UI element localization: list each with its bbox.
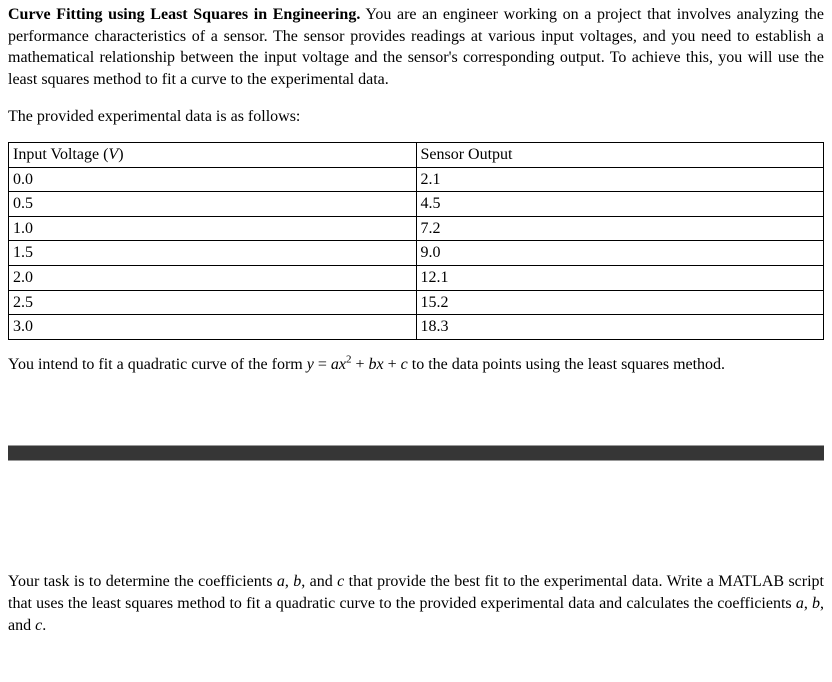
cell-output: 2.1: [416, 167, 824, 192]
fit-paragraph: You intend to fit a quadratic curve of t…: [8, 354, 824, 376]
cell-output: 15.2: [416, 290, 824, 315]
data-table: Input Voltage (V) Sensor Output 0.0 2.1 …: [8, 142, 824, 340]
cell-voltage: 0.5: [9, 192, 417, 217]
cell-output: 18.3: [416, 315, 824, 340]
cell-output: 7.2: [416, 216, 824, 241]
divider-line-bottom: [8, 460, 824, 461]
table-header-row: Input Voltage (V) Sensor Output: [9, 142, 824, 167]
cell-output: 12.1: [416, 265, 824, 290]
table-row: 3.0 18.3: [9, 315, 824, 340]
data-label: The provided experimental data is as fol…: [8, 106, 824, 128]
table-header-col1: Input Voltage (V): [9, 142, 417, 167]
divider-bar: [8, 446, 824, 460]
table-row: 1.5 9.0: [9, 241, 824, 266]
intro-title: Curve Fitting using Least Squares in Eng…: [8, 6, 360, 23]
task-paragraph: Your task is to determine the coefficien…: [8, 571, 824, 636]
table-row: 2.5 15.2: [9, 290, 824, 315]
cell-voltage: 0.0: [9, 167, 417, 192]
table-row: 0.5 4.5: [9, 192, 824, 217]
cell-voltage: 1.5: [9, 241, 417, 266]
table-row: 0.0 2.1: [9, 167, 824, 192]
table-row: 1.0 7.2: [9, 216, 824, 241]
intro-paragraph: Curve Fitting using Least Squares in Eng…: [8, 4, 824, 90]
cell-voltage: 3.0: [9, 315, 417, 340]
cell-voltage: 2.0: [9, 265, 417, 290]
page-divider: [8, 445, 824, 461]
table-header-col2: Sensor Output: [416, 142, 824, 167]
cell-output: 4.5: [416, 192, 824, 217]
cell-output: 9.0: [416, 241, 824, 266]
cell-voltage: 1.0: [9, 216, 417, 241]
cell-voltage: 2.5: [9, 290, 417, 315]
table-row: 2.0 12.1: [9, 265, 824, 290]
